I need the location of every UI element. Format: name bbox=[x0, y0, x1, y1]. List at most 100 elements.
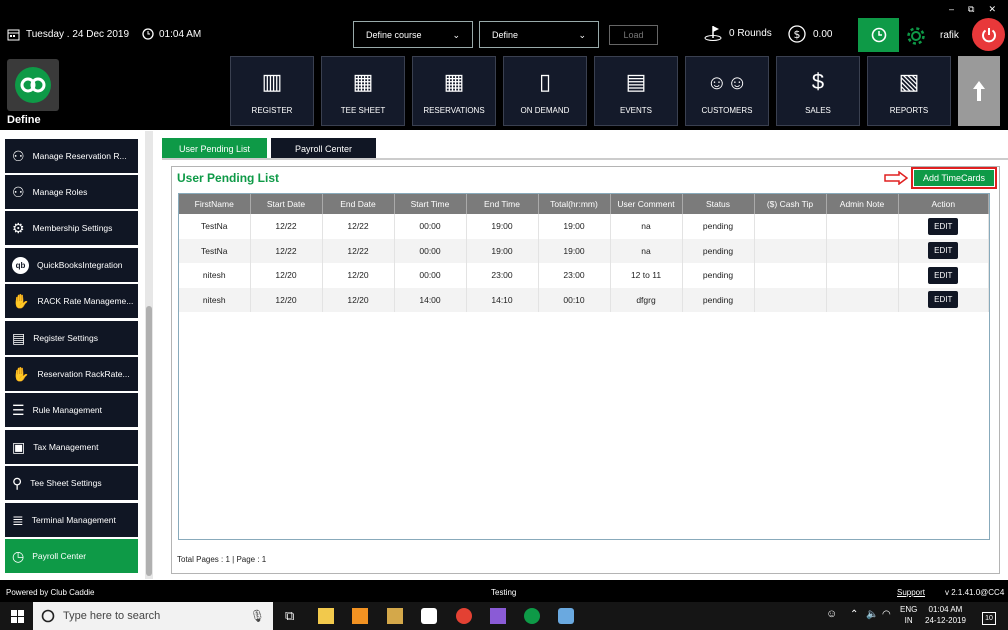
minimize-button[interactable]: – bbox=[949, 4, 954, 14]
column-header: Start Time bbox=[394, 194, 467, 214]
column-header: Status bbox=[682, 194, 755, 214]
taskbar-search[interactable]: Type here to search 🎙 bbox=[33, 602, 273, 630]
column-header: Start Date bbox=[250, 194, 323, 214]
club-caddie-icon[interactable] bbox=[524, 608, 540, 624]
golf-flag-icon bbox=[704, 26, 722, 41]
load-button[interactable]: Load bbox=[609, 25, 658, 45]
cash-amount: $ 0.00 bbox=[788, 25, 832, 43]
visual-studio-icon[interactable] bbox=[490, 608, 506, 624]
clock-icon bbox=[871, 27, 886, 43]
nav-sales[interactable]: $ SALES bbox=[776, 56, 860, 126]
notification-badge[interactable]: 10 bbox=[982, 612, 996, 625]
table-row: TestNa 12/22 12/22 00:00 19:00 19:00 na pending… bbox=[179, 214, 989, 239]
scroll-up-button[interactable] bbox=[958, 56, 1000, 126]
calendar-icon: ▦ bbox=[352, 69, 374, 94]
volume-icon[interactable]: 🔈 bbox=[866, 609, 878, 620]
app-icon[interactable] bbox=[387, 608, 403, 624]
sidebar-item-tee-sheet-settings[interactable]: ⚲ Tee Sheet Settings bbox=[5, 466, 138, 500]
table-header-row: FirstName Start Date End Date Start Time… bbox=[179, 194, 989, 214]
microphone-icon[interactable]: 🎙 bbox=[250, 609, 265, 623]
nav-reports[interactable]: ▧ REPORTS bbox=[867, 56, 951, 126]
wifi-icon[interactable]: ◠ bbox=[882, 609, 891, 620]
user-name: rafik bbox=[940, 30, 959, 41]
date-text: Tuesday . 24 Dec 2019 bbox=[26, 29, 130, 40]
search-icon bbox=[41, 609, 55, 623]
sidebar-item-rule-management[interactable]: ☰ Rule Management bbox=[5, 393, 138, 427]
windows-start-icon[interactable] bbox=[11, 610, 24, 623]
rate-icon: ✋ bbox=[12, 292, 30, 309]
customers-icon: ☺☺ bbox=[706, 72, 748, 94]
powered-by: Powered by Club Caddie bbox=[6, 587, 95, 597]
paint-icon[interactable] bbox=[558, 608, 574, 624]
file-explorer-icon[interactable] bbox=[318, 608, 334, 624]
edit-button[interactable]: EDIT bbox=[928, 266, 959, 284]
sidebar-item-manage-reservation[interactable]: ⚇ Manage Reservation R... bbox=[5, 139, 138, 173]
system-clock[interactable]: 01:04 AM 24-12-2019 bbox=[925, 604, 966, 626]
calendar-icon bbox=[7, 29, 20, 41]
add-timecards-button[interactable]: Add TimeCards bbox=[911, 167, 997, 189]
people-icon[interactable]: ☺ bbox=[826, 609, 837, 620]
nav-on-demand[interactable]: ▯ ON DEMAND bbox=[503, 56, 587, 126]
scrollbar-thumb[interactable] bbox=[146, 306, 152, 576]
chrome-icon[interactable] bbox=[456, 608, 472, 624]
nav-tee-sheet[interactable]: ▦ TEE SHEET bbox=[321, 56, 405, 126]
column-header: End Date bbox=[322, 194, 395, 214]
language-indicator[interactable]: ENG IN bbox=[900, 604, 917, 626]
chevron-up-icon[interactable]: ⌃ bbox=[850, 609, 858, 620]
tab-user-pending-list[interactable]: User Pending List bbox=[162, 138, 267, 159]
rounds-counter: 0 Rounds bbox=[704, 25, 772, 41]
logo-icon bbox=[15, 67, 51, 103]
sidebar-scrollbar[interactable] bbox=[145, 131, 153, 579]
version-label: v 2.1.41.0@CC4 bbox=[945, 587, 1005, 597]
nav-reservations[interactable]: ▦ RESERVATIONS bbox=[412, 56, 496, 126]
task-view-icon[interactable]: ⧉ bbox=[285, 608, 301, 624]
table-row: TestNa 12/22 12/22 00:00 19:00 19:00 na pending… bbox=[179, 238, 989, 263]
quickbooks-icon: qb bbox=[12, 256, 29, 274]
define-select[interactable]: Define ⌄ bbox=[479, 21, 599, 48]
gear-icon: ⚙ bbox=[12, 219, 25, 236]
environment-label: Testing bbox=[491, 587, 517, 597]
edit-button[interactable]: EDIT bbox=[928, 291, 959, 309]
tax-icon: ▣ bbox=[12, 438, 26, 455]
edit-button[interactable]: EDIT bbox=[928, 217, 959, 235]
table-row: nitesh 12/20 12/20 00:00 23:00 23:00 12 to 11 p… bbox=[179, 263, 989, 288]
sidebar-item-membership-settings[interactable]: ⚙ Membership Settings bbox=[5, 211, 138, 245]
rate-icon: ✋ bbox=[12, 365, 30, 382]
tee-icon: ⚲ bbox=[12, 474, 23, 491]
settings-button[interactable] bbox=[906, 26, 926, 49]
sidebar-item-reservation-rackrate[interactable]: ✋ Reservation RackRate... bbox=[5, 357, 138, 391]
column-header: Action bbox=[898, 194, 989, 214]
power-button[interactable] bbox=[972, 18, 1005, 51]
date-display: Tuesday . 24 Dec 2019 bbox=[7, 28, 129, 41]
sidebar-item-quickbooks[interactable]: qb QuickBooksIntegration bbox=[5, 248, 138, 282]
sidebar-item-terminal-management[interactable]: ≣ Terminal Management bbox=[5, 503, 138, 537]
clock-icon: ◷ bbox=[12, 547, 25, 564]
nav-customers[interactable]: ☺☺ CUSTOMERS bbox=[685, 56, 769, 126]
close-button[interactable]: ✕ bbox=[988, 4, 996, 15]
power-icon bbox=[981, 27, 996, 42]
slack-icon[interactable] bbox=[421, 608, 437, 624]
nav-register[interactable]: ▥ REGISTER bbox=[230, 56, 314, 126]
chevron-down-icon: ⌄ bbox=[452, 30, 460, 40]
support-link[interactable]: Support bbox=[897, 588, 925, 597]
timeclock-button[interactable] bbox=[858, 18, 899, 52]
svg-text:$: $ bbox=[794, 28, 801, 41]
tab-payroll-center[interactable]: Payroll Center bbox=[271, 138, 376, 159]
course-select[interactable]: Define course ⌄ bbox=[353, 21, 473, 48]
app-logo bbox=[7, 59, 59, 111]
status-bar: Powered by Club Caddie Testing Support v… bbox=[0, 582, 1008, 602]
column-header: Total(hr:mm) bbox=[538, 194, 611, 214]
restore-button[interactable]: ⧉ bbox=[968, 4, 974, 15]
sidebar-item-manage-roles[interactable]: ⚇ Manage Roles bbox=[5, 175, 138, 209]
edit-button[interactable]: EDIT bbox=[928, 242, 959, 260]
nav-events[interactable]: ▤ EVENTS bbox=[594, 56, 678, 126]
time-text: 01:04 AM bbox=[159, 28, 202, 40]
column-header: ($) Cash Tip bbox=[754, 194, 827, 214]
sidebar-item-tax-management[interactable]: ▣ Tax Management bbox=[5, 430, 138, 464]
sidebar-item-rack-rate[interactable]: ✋ RACK Rate Manageme... bbox=[5, 284, 138, 318]
chevron-down-icon: ⌄ bbox=[578, 30, 586, 40]
calendar-icon: ▦ bbox=[443, 69, 465, 94]
sublime-icon[interactable] bbox=[352, 608, 368, 624]
sidebar-item-register-settings[interactable]: ▤ Register Settings bbox=[5, 321, 138, 355]
sidebar-item-payroll-center[interactable]: ◷ Payroll Center bbox=[5, 539, 138, 573]
